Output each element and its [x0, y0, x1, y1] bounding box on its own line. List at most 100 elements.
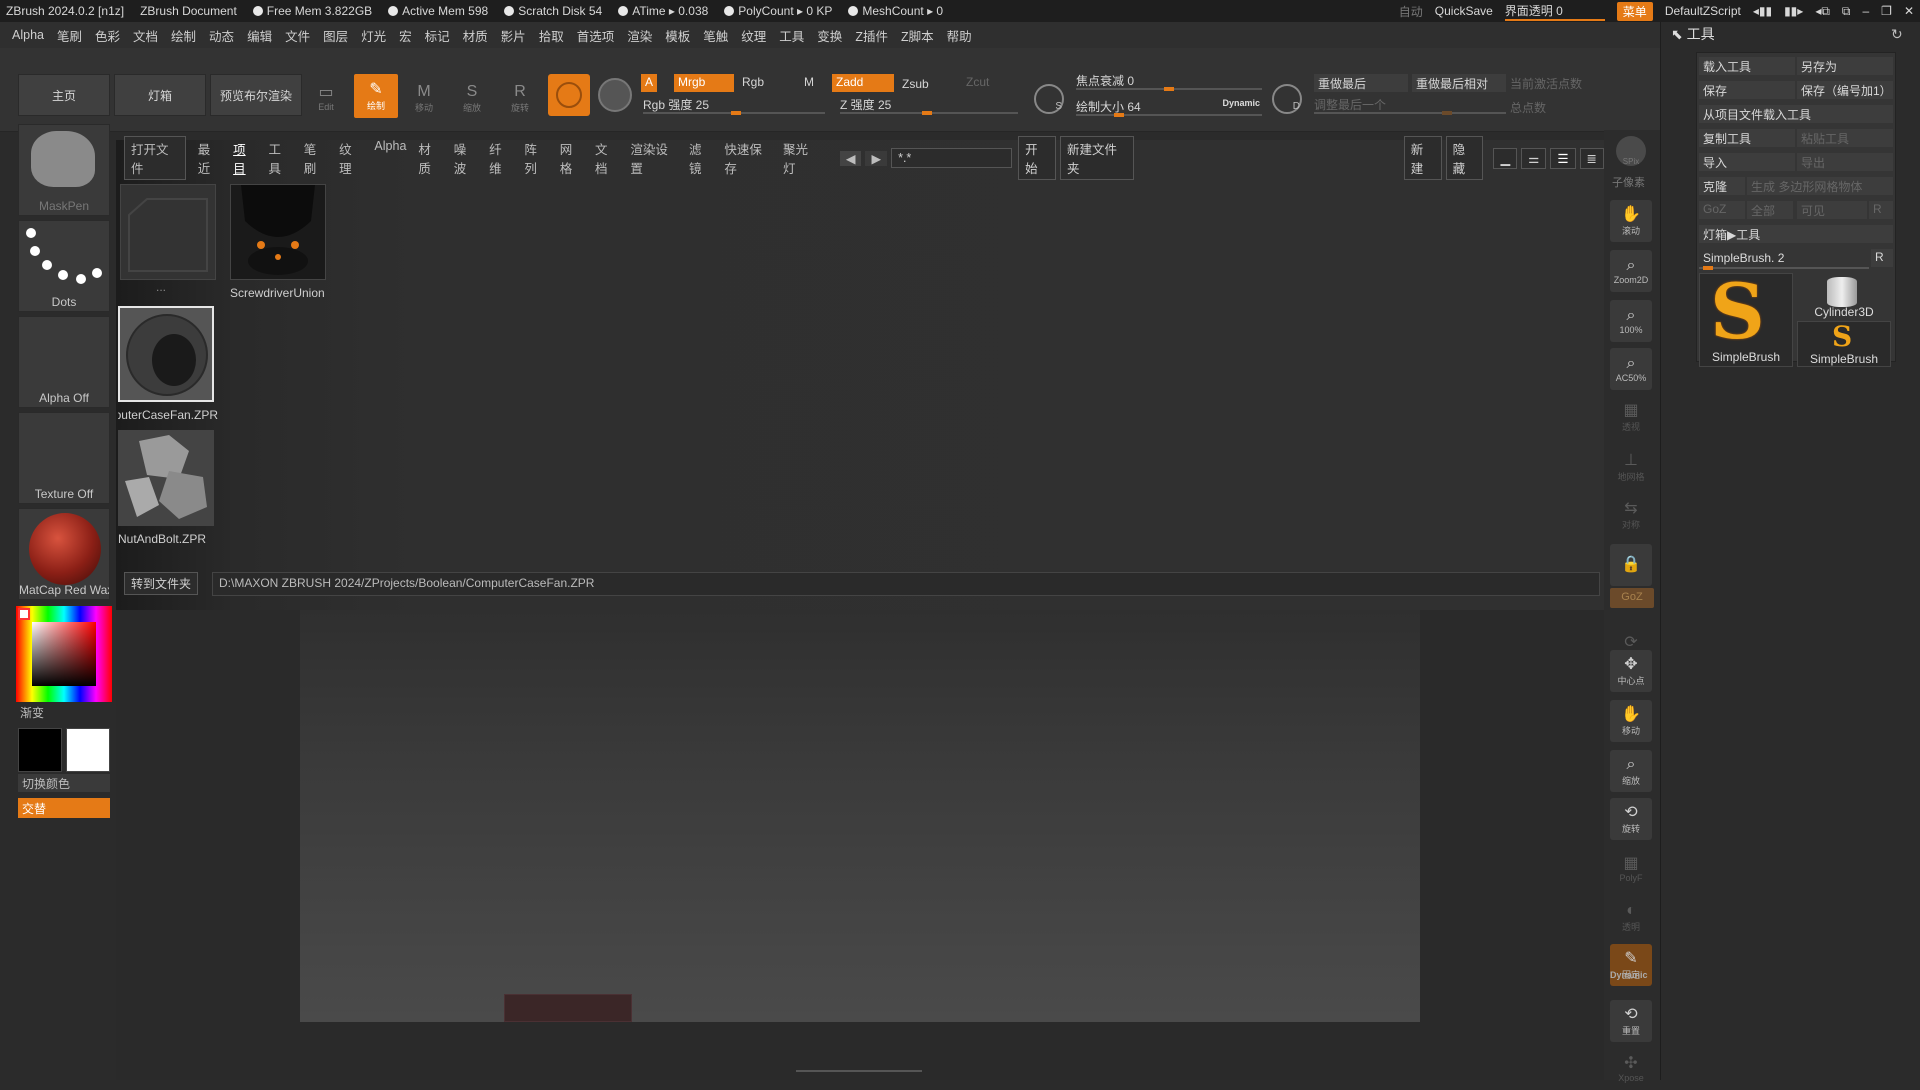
zsub-toggle[interactable]: Zsub: [898, 76, 933, 94]
switch-color-button[interactable]: 切换颜色: [18, 774, 110, 792]
start-button[interactable]: 开始: [1018, 136, 1056, 180]
menu-item[interactable]: 模板: [665, 26, 690, 45]
dynamic-brush-icon[interactable]: D: [1272, 84, 1302, 114]
browser-tab[interactable]: 文档: [595, 139, 618, 177]
bottom-tray-handle[interactable]: [796, 1070, 922, 1076]
menu-item[interactable]: 拾取: [539, 26, 564, 45]
search-input[interactable]: *.*: [891, 148, 1013, 168]
quicksave-button[interactable]: QuickSave: [1435, 4, 1493, 18]
save-as-button[interactable]: 另存为: [1797, 57, 1893, 75]
rotate-tool[interactable]: R 旋转: [500, 78, 540, 118]
browser-tab[interactable]: 渲染设置: [630, 139, 677, 177]
browser-tab[interactable]: 笔刷: [304, 139, 327, 177]
goz-visible-button[interactable]: 可见: [1797, 201, 1867, 219]
rgb-intensity-slider[interactable]: Rgb 强度 25: [643, 96, 825, 115]
menu-item[interactable]: 帮助: [947, 26, 972, 45]
browser-tab[interactable]: 项目: [233, 139, 256, 177]
hide-button[interactable]: 隐藏: [1445, 136, 1484, 180]
browser-tab[interactable]: 最近: [198, 139, 221, 177]
menu-button[interactable]: 菜单: [1616, 1, 1653, 21]
right-tool-button[interactable]: ◐ 透明: [1610, 896, 1652, 938]
right-tool-button[interactable]: ⌕ AC50%: [1610, 348, 1652, 390]
menu-item[interactable]: 影片: [501, 26, 526, 45]
goto-folder-button[interactable]: 转到文件夹: [124, 572, 199, 595]
menu-item[interactable]: Z脚本: [901, 26, 934, 45]
menu-item[interactable]: 变换: [817, 26, 842, 45]
right-tool-button[interactable]: ▦ 透视: [1610, 396, 1652, 438]
menu-item[interactable]: 材质: [463, 26, 488, 45]
mrgb-toggle[interactable]: Mrgb: [674, 74, 734, 92]
menu-item[interactable]: 宏: [399, 26, 412, 45]
dynamic-toggle[interactable]: Dynamic: [1222, 98, 1260, 108]
draw-tool[interactable]: ✎ 绘制: [354, 74, 398, 118]
menu-item[interactable]: Alpha: [12, 28, 44, 42]
tool-thumb-simplebrush[interactable]: S SimpleBrush: [1699, 273, 1793, 367]
menu-item[interactable]: 灯光: [361, 26, 386, 45]
import-button[interactable]: 导入: [1699, 153, 1795, 171]
gradient-label[interactable]: 渐变: [20, 704, 44, 721]
file-item[interactable]: [118, 430, 214, 526]
texture-slot[interactable]: Texture Off: [18, 412, 110, 504]
load-from-project-button[interactable]: 从项目文件载入工具: [1699, 105, 1893, 123]
browser-tab[interactable]: 材质: [418, 139, 441, 177]
view-medium-icon[interactable]: ⚌: [1521, 147, 1547, 169]
clone-button[interactable]: 克隆: [1699, 177, 1745, 195]
new-button[interactable]: 新建: [1403, 136, 1442, 180]
move-tool[interactable]: M 移动: [404, 78, 444, 118]
focal-shift-slider[interactable]: 焦点衰减 0: [1076, 72, 1262, 91]
browser-tab[interactable]: 快速保存: [724, 139, 771, 177]
spix-button[interactable]: SPix: [1616, 136, 1646, 166]
layout-icon[interactable]: ▮▮▸: [1784, 4, 1803, 18]
color-picker[interactable]: [16, 606, 112, 702]
brush-slot[interactable]: MaskPen: [18, 124, 110, 216]
goz-r-button[interactable]: R: [1869, 201, 1893, 219]
menu-item[interactable]: 编辑: [247, 26, 272, 45]
primary-color-swatch[interactable]: [18, 728, 62, 772]
browser-tab[interactable]: 阵列: [524, 139, 547, 177]
goz-all-button[interactable]: 全部: [1747, 201, 1793, 219]
menu-item[interactable]: 文件: [285, 26, 310, 45]
menu-item[interactable]: 首选项: [577, 26, 615, 45]
new-folder-button[interactable]: 新建文件夹: [1059, 136, 1134, 180]
m-toggle[interactable]: M: [800, 74, 818, 92]
minimize-icon[interactable]: –: [1862, 4, 1869, 18]
right-tool-button[interactable]: ✣ Xpose: [1610, 1048, 1652, 1090]
zcut-toggle[interactable]: Zcut: [962, 74, 993, 92]
export-button[interactable]: 导出: [1797, 153, 1893, 171]
default-zscript[interactable]: DefaultZScript: [1665, 4, 1741, 18]
zadd-toggle[interactable]: Zadd: [832, 74, 894, 92]
z-intensity-slider[interactable]: Z 强度 25: [840, 96, 1018, 115]
home-button[interactable]: 主页: [18, 74, 110, 116]
browser-tab[interactable]: 噪波: [454, 139, 477, 177]
path-field[interactable]: D:\MAXON ZBRUSH 2024/ZProjects/Boolean/C…: [212, 572, 1600, 596]
goz-button[interactable]: GoZ: [1610, 588, 1654, 608]
sphere-mode-button[interactable]: [598, 78, 632, 112]
maximize-icon[interactable]: ❐: [1881, 4, 1892, 18]
stroke-slot[interactable]: Dots: [18, 220, 110, 312]
material-slot[interactable]: MatCap Red Wax: [18, 508, 110, 600]
make-polymesh-button[interactable]: 生成 多边形网格物体: [1747, 177, 1893, 195]
lightbox-tools-button[interactable]: 灯箱▶工具: [1699, 225, 1893, 243]
browser-tab[interactable]: Alpha: [374, 139, 406, 177]
next-icon[interactable]: ▶: [865, 150, 888, 166]
right-tool-button[interactable]: 🔒: [1610, 544, 1652, 586]
menu-item[interactable]: 图层: [323, 26, 348, 45]
menu-item[interactable]: 动态: [209, 26, 234, 45]
a-toggle[interactable]: A: [641, 74, 658, 92]
view-large-icon[interactable]: ☰: [1550, 147, 1576, 169]
redo-last-relative-button[interactable]: 重做最后相对: [1412, 74, 1506, 92]
browser-tab[interactable]: 纤维: [489, 139, 512, 177]
menu-item[interactable]: 工具: [779, 26, 804, 45]
right-tool-button[interactable]: ✥ 中心点: [1610, 650, 1652, 692]
redo-last-button[interactable]: 重做最后: [1314, 74, 1408, 92]
browser-tab[interactable]: 滤镜: [689, 139, 712, 177]
right-tool-button[interactable]: ⊥ 地网格: [1610, 446, 1652, 488]
current-tool-slider[interactable]: SimpleBrush. 2: [1699, 249, 1869, 270]
file-item[interactable]: [230, 184, 326, 280]
menu-item[interactable]: 文档: [133, 26, 158, 45]
menu-item[interactable]: 绘制: [171, 26, 196, 45]
color-square[interactable]: [32, 622, 96, 686]
menu-item[interactable]: 纹理: [741, 26, 766, 45]
right-tool-button[interactable]: ⟲ 旋转: [1610, 798, 1652, 840]
folder-item[interactable]: [120, 184, 216, 280]
